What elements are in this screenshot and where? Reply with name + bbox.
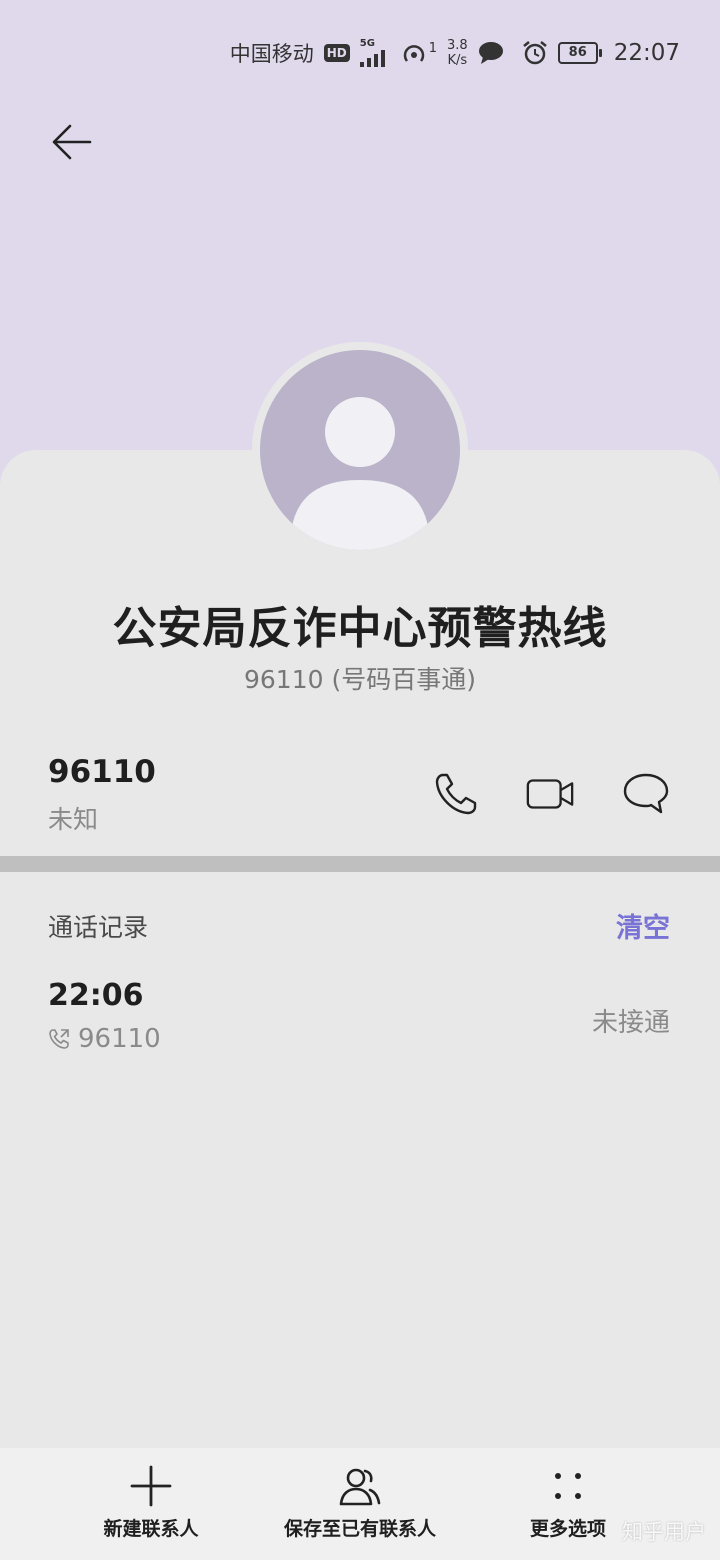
call-status: 未接通: [591, 1008, 670, 1038]
call-number: 96110: [78, 1024, 161, 1054]
signal-bars-icon: [359, 50, 385, 67]
more-options-button[interactable]: 更多选项: [528, 1464, 608, 1541]
message-button[interactable]: [620, 768, 672, 820]
speed-value: 3.8: [447, 38, 468, 53]
more-options-label: 更多选项: [529, 1518, 606, 1540]
signal-icon: 5G: [359, 38, 390, 67]
speed-unit: K/s: [447, 53, 468, 68]
contacts-icon: [339, 1468, 381, 1506]
network-type: 5G: [359, 38, 375, 49]
status-bar: 中国移动 HD 5G 1 3.8 K/s 86 22:07: [230, 30, 680, 76]
hd-icon: HD: [323, 44, 350, 62]
video-call-button[interactable]: [524, 768, 576, 820]
plus-icon: [130, 1465, 172, 1507]
call-time: 22:06: [48, 978, 144, 1013]
call-button[interactable]: [430, 768, 482, 820]
call-log-title: 通话记录: [48, 913, 149, 942]
more-dots-icon: [555, 1473, 581, 1499]
arrow-left-icon: [52, 124, 92, 160]
hotspot-icon: [403, 45, 424, 62]
hotspot-count: 1: [428, 41, 438, 56]
watermark: 知乎用户: [622, 1520, 706, 1544]
number-location: 未知: [48, 805, 99, 834]
chat-bubble-icon: [478, 42, 503, 64]
network-speed: 3.8 K/s: [447, 38, 468, 68]
battery-icon: 86: [557, 42, 602, 64]
status-time: 22:07: [613, 40, 680, 66]
new-contact-label: 新建联系人: [103, 1518, 199, 1540]
hotspot-indicator: 1: [400, 41, 437, 65]
phone-icon: [435, 773, 477, 815]
avatar: [252, 342, 468, 558]
contact-detail-screen: 中国移动 HD 5G 1 3.8 K/s 86 22:07 公安局反诈中心预警热…: [0, 0, 720, 1560]
video-call-icon: [526, 779, 574, 809]
contact-name: 公安局反诈中心预警热线: [112, 603, 608, 654]
contact-subtitle: 96110 (号码百事通): [244, 665, 476, 694]
save-to-existing-button[interactable]: 保存至已有联系人: [280, 1464, 440, 1541]
message-icon: [623, 773, 669, 814]
clear-log-button[interactable]: 清空: [616, 906, 670, 945]
avatar-image: [260, 350, 460, 550]
alarm-icon: [522, 41, 547, 65]
outgoing-call-icon: [49, 1029, 69, 1049]
call-log-entry[interactable]: 22:06 96110 未接通: [0, 978, 720, 1068]
new-contact-button[interactable]: 新建联系人: [101, 1464, 201, 1541]
person-silhouette-icon: [292, 397, 428, 550]
phone-number-row[interactable]: 96110 未知: [48, 752, 156, 836]
phone-number: 96110: [48, 754, 156, 790]
section-divider: [0, 856, 720, 872]
back-button[interactable]: [40, 110, 104, 174]
save-to-existing-label: 保存至已有联系人: [283, 1518, 436, 1540]
bottom-action-bar: 新建联系人 保存至已有联系人 更多选项: [0, 1448, 720, 1560]
carrier-name: 中国移动: [229, 42, 314, 66]
call-number-line: 96110: [48, 1024, 161, 1054]
